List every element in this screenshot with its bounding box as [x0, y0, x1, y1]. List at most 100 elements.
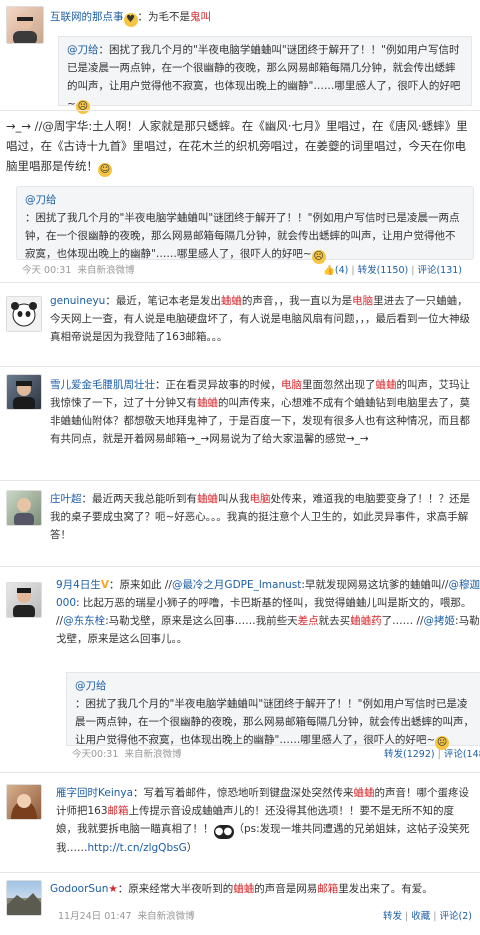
avatar-portrait-icon: [14, 498, 34, 525]
post-body: ：最近，笔记本老是发出: [105, 295, 221, 307]
repost-button[interactable]: 转发: [383, 911, 402, 922]
post-body: 的声音，，我一直以为是: [241, 295, 353, 307]
source-link[interactable]: 来自新浪微博: [77, 265, 134, 276]
post-body: 了…… //: [381, 615, 424, 627]
avatar[interactable]: [6, 490, 42, 526]
post-meta: 今天 00:31 来自新浪微博: [22, 264, 134, 278]
post-body: 就去买: [318, 615, 351, 627]
highlight-text: 鬼叫: [190, 11, 211, 23]
comment-button[interactable]: 评论(2): [440, 911, 472, 922]
post-actions: 转发(1292) | 评论(148: [384, 748, 480, 762]
highlight-text: 蛐蛐: [197, 397, 218, 409]
post-6: 9月4日生V：原来如此 //@最冷之月GDPE_lmanust:早就发现网易这坑…: [0, 568, 480, 770]
mention-link[interactable]: @东东栓: [63, 615, 105, 627]
post-text: genuineyu：最近，笔记本老是发出蛐蛐的声音，，我一直以为是电脑里进去了一…: [50, 292, 472, 346]
like-count[interactable]: (4): [335, 265, 348, 276]
divider: [0, 110, 480, 111]
post-body: 叫从我: [218, 493, 250, 505]
post-meta: 今天00:31 来自新浪微博: [72, 748, 181, 762]
weibo-screenshot: 互联网的那点事 ♥ ：为毛不是鬼叫 @刀给：困扰了我几个月的"半夜电脑学蛐蛐叫"谜团…: [0, 0, 480, 935]
avatar[interactable]: [6, 296, 42, 332]
source-link[interactable]: 来自新浪微博: [138, 911, 195, 922]
thumb-up-icon[interactable]: 👍: [323, 265, 335, 276]
favorite-button[interactable]: 收藏: [411, 911, 430, 922]
post-body: ：最近两天我总能听到有: [81, 493, 198, 505]
post-body: ）: [186, 842, 198, 854]
quote-text: ：困扰了我几个月的"半夜电脑学蛐蛐叫"谜团终于解开了！！"例如用户写信时已是凌晨…: [25, 212, 460, 260]
author-link[interactable]: 庄叶超: [50, 493, 82, 505]
author-link[interactable]: 互联网的那点事: [50, 11, 124, 23]
short-url-link[interactable]: http://t.cn/zlgQbsG: [88, 842, 187, 854]
highlight-text: 蛐蛐: [197, 493, 218, 505]
post-meta: 11月24日 01:47 来自新浪微博: [58, 910, 195, 924]
quoted-post: @刀给：困扰了我几个月的"半夜电脑学蛐蛐叫"谜团终于解开了！！"例如用户写信时已…: [58, 36, 472, 114]
author-link[interactable]: 9月4日生: [56, 579, 101, 591]
mention-link[interactable]: @拷姬: [424, 615, 456, 627]
author-link[interactable]: GodoorSun: [50, 883, 108, 895]
laughing-emoji-icon: ☺: [98, 163, 112, 177]
source-link[interactable]: 来自新浪微博: [124, 749, 181, 760]
post-actions: 👍(4) | 转发(1150) | 评论(131): [323, 265, 462, 276]
post-body: 里面忽然出现了: [302, 379, 376, 391]
post-3: genuineyu：最近，笔记本老是发出蛐蛐的声音，，我一直以为是电脑里进去了一…: [0, 284, 480, 366]
landscape-avatar-icon: [7, 893, 41, 915]
avatar[interactable]: [6, 6, 44, 44]
highlight-text: 邮箱: [107, 805, 129, 817]
divider: [0, 480, 480, 481]
quoted-post: @刀给 ：困扰了我几个月的"半夜电脑学蛐蛐叫"谜团终于解开了！！"例如用户写信时…: [66, 672, 480, 750]
highlight-text: 蛐蛐: [220, 295, 242, 307]
post-body: :早就发现网易这坑爹的蛐蛐叫//: [301, 579, 449, 591]
quote-text: ：困扰了我几个月的"半夜电脑学蛐蛐叫"谜团终于解开了！！"例如用户写信时已是凌晨…: [67, 44, 461, 110]
highlight-text: 蛐蛐: [353, 787, 375, 799]
timestamp[interactable]: 今天00:31: [72, 749, 118, 760]
post-2: →_→ //@周宇华:土人啊！人家就是那只蟋蟀。在《幽风·七月》里唱过，在《唐风…: [0, 112, 480, 280]
verified-v-icon: V: [100, 579, 110, 591]
post-7: 雁字回时Keinya：写着写着邮件，惊恐地听到键盘深处突然传来蛐蛐的声音！哪个蛋…: [0, 774, 480, 872]
comment-button[interactable]: 评论(148: [444, 749, 480, 760]
highlight-text: 电脑: [249, 493, 271, 505]
repost-button[interactable]: 转发(1150): [358, 265, 409, 276]
post-text: GodoorSun★：原来经常大半夜听到的蛐蛐的声音是网易邮箱里发出来了。有爱。: [50, 880, 472, 898]
post-body: ：正在看灵异故事的时候，: [155, 379, 281, 391]
divider: [0, 566, 480, 567]
timestamp[interactable]: 今天 00:31: [22, 265, 71, 276]
divider: [0, 282, 480, 283]
post-1: 互联网的那点事 ♥ ：为毛不是鬼叫 @刀给：困扰了我几个月的"半夜电脑学蛐蛐叫"谜团…: [0, 0, 480, 114]
post-body: ：原来如此 //: [109, 579, 172, 591]
post-body: :马勒戈壁，原来是这么回事……我前些天: [105, 615, 298, 627]
post-text: 雪儿爱金毛腰肌周壮壮：正在看灵异故事的时候，电脑里面忽然出现了蛐蛐的叫声，艾玛让…: [50, 376, 472, 448]
repost-chain-text: →_→ //@周宇华:土人啊！人家就是那只蟋蟀。在《幽风·七月》里唱过，在《唐风…: [6, 119, 468, 173]
highlight-text: 差点: [297, 615, 319, 627]
avatar-portrait-icon: [13, 381, 35, 409]
post-body: ：写着写着邮件，惊恐地听到键盘深处突然传来: [133, 787, 354, 799]
avatar[interactable]: [6, 784, 42, 820]
avatar-portrait-icon: [13, 588, 35, 617]
avatar[interactable]: [6, 374, 42, 410]
post-body: 里发出来了。有爱。: [338, 883, 433, 895]
post-text: 庄叶超：最近两天我总能听到有蛐蛐叫从我电脑处传来，难道我的电脑要变身了！！？还是…: [50, 490, 472, 544]
timestamp[interactable]: 11月24日 01:47: [58, 911, 132, 922]
crying-emoji-icon: ☹: [311, 250, 326, 264]
avatar[interactable]: [6, 880, 42, 916]
quote-text: ：困扰了我几个月的"半夜电脑学蛐蛐叫"谜团终于解开了！！"例如用户写信时已是凌晨…: [75, 698, 474, 746]
quote-author-link[interactable]: @刀给: [67, 44, 99, 56]
highlight-text: 电脑: [281, 379, 302, 391]
avatar[interactable]: [6, 582, 42, 618]
post-body: 的声音是网易: [254, 883, 318, 895]
quote-author-link[interactable]: @刀给: [75, 677, 477, 695]
post-text: 雁字回时Keinya：写着写着邮件，惊恐地听到键盘深处突然传来蛐蛐的声音！哪个蛋…: [56, 784, 472, 857]
post-body: ：原来经常大半夜听到的: [117, 883, 234, 895]
post-text: 9月4日生V：原来如此 //@最冷之月GDPE_lmanust:早就发现网易这坑…: [56, 576, 480, 648]
author-link[interactable]: 雪儿爱金毛腰肌周壮壮: [50, 379, 155, 391]
comment-button[interactable]: 评论(131): [417, 265, 462, 276]
highlight-text: 蛐蛐药: [350, 615, 382, 627]
post-8: GodoorSun★：原来经常大半夜听到的蛐蛐的声音是网易邮箱里发出来了。有爱。…: [0, 874, 480, 935]
repost-button[interactable]: 转发(1292): [384, 749, 435, 760]
quote-author-link[interactable]: @刀给: [25, 191, 465, 209]
divider: [0, 366, 480, 367]
quoted-post: @刀给 ：困扰了我几个月的"半夜电脑学蛐蛐叫"谜团终于解开了！！"例如用户写信时…: [16, 186, 474, 264]
post-4: 雪儿爱金毛腰肌周壮壮：正在看灵异故事的时候，电脑里面忽然出现了蛐蛐的叫声，艾玛让…: [0, 368, 480, 480]
mention-link[interactable]: @最冷之月GDPE_lmanust: [172, 579, 301, 591]
author-link[interactable]: 雁字回时Keinya: [56, 787, 133, 799]
author-link[interactable]: genuineyu: [50, 295, 105, 307]
